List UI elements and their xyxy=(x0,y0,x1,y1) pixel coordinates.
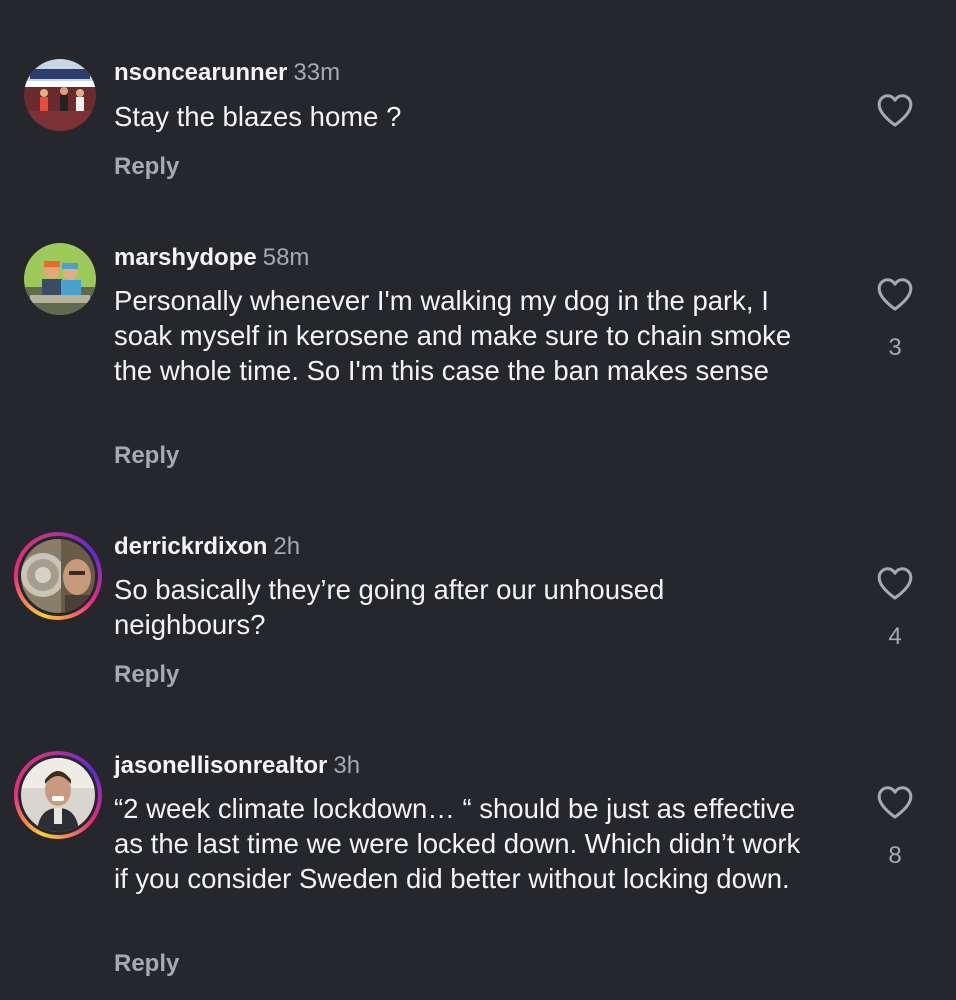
reply-button[interactable]: Reply xyxy=(114,950,179,978)
avatar-story-ring xyxy=(18,755,98,835)
timestamp: 3h xyxy=(333,752,361,779)
like-count: 8 xyxy=(888,842,902,869)
comment-item: jasonellisonrealtor 3h “2 week climate lo… xyxy=(0,0,956,1000)
like-button[interactable] xyxy=(876,784,914,820)
comment-text: “2 week climate lockdown… “ should be ju… xyxy=(114,793,801,894)
comment-header: jasonellisonrealtor 3h xyxy=(114,751,360,781)
username[interactable]: jasonellisonrealtor xyxy=(114,752,327,779)
heart-outline-icon xyxy=(877,786,913,819)
avatar[interactable] xyxy=(14,751,102,839)
